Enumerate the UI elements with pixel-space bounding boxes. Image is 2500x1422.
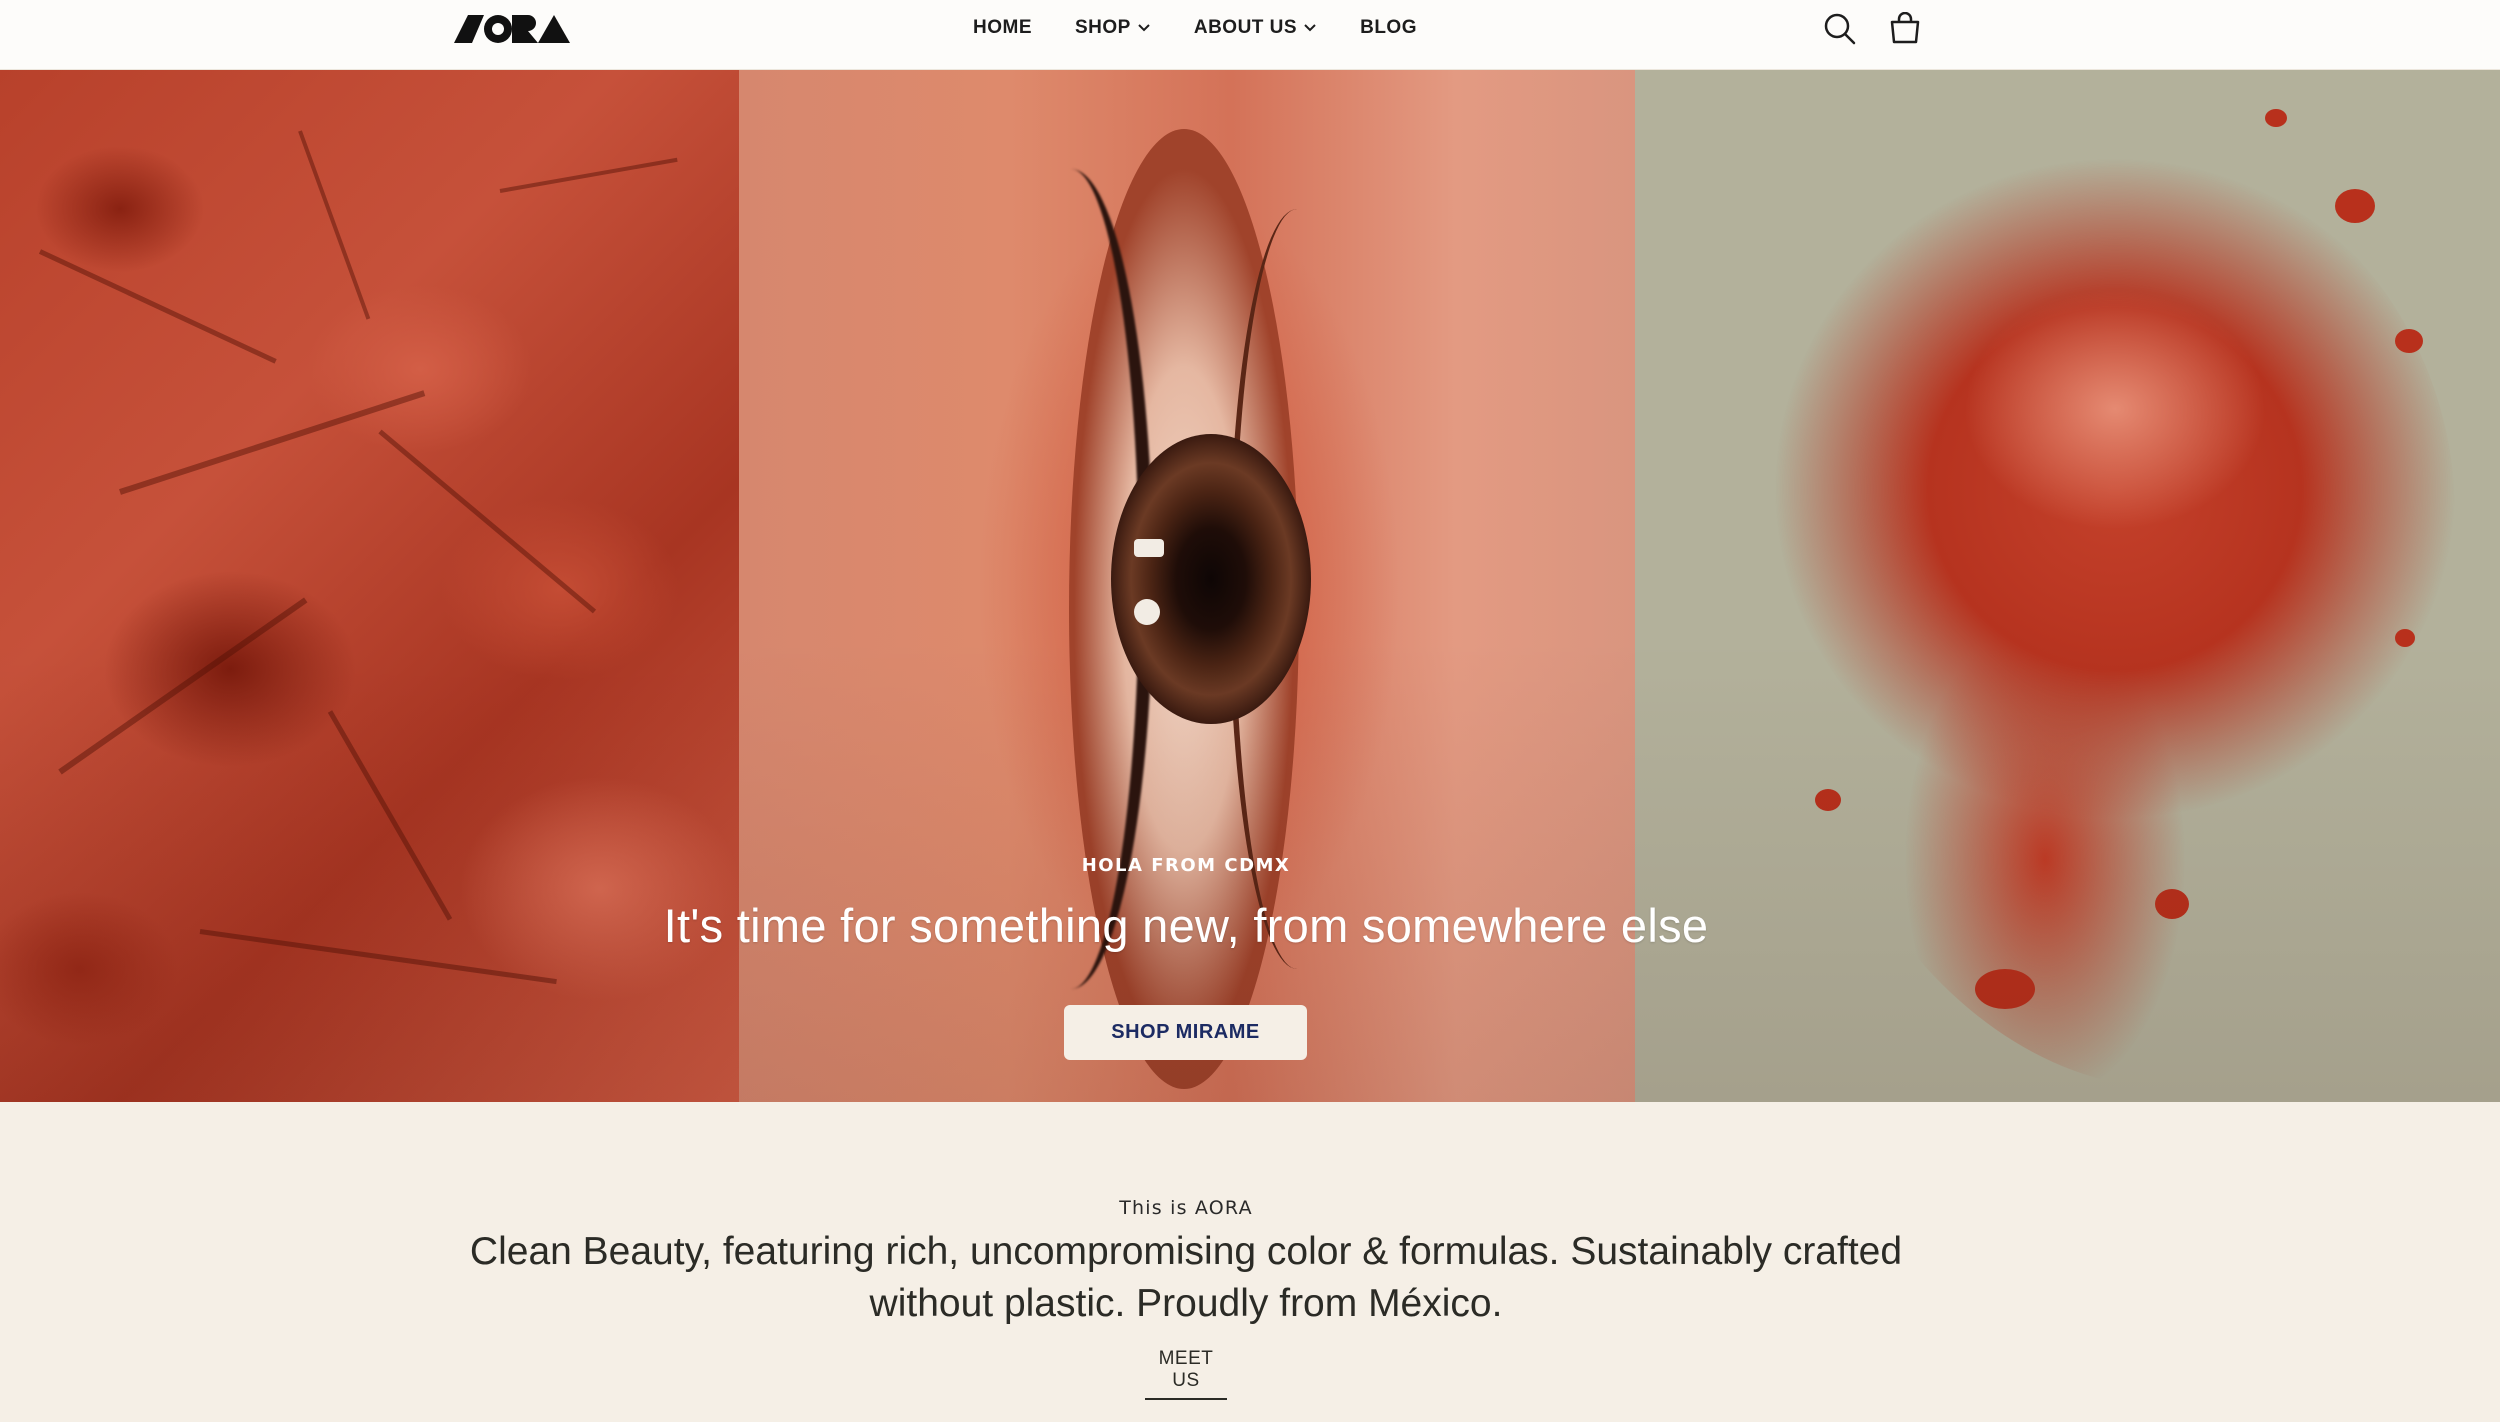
intro-eyebrow: This is AORA: [1119, 1197, 1253, 1219]
nav-home[interactable]: HOME: [973, 17, 1032, 39]
intro-text: Clean Beauty, featuring rich, uncompromi…: [469, 1230, 1903, 1325]
nav-about-us-label: ABOUT US: [1193, 17, 1298, 38]
nav-about-us[interactable]: ABOUT US: [1194, 17, 1317, 39]
hero-title: It's time for something new, from somewh…: [663, 899, 1709, 952]
chevron-down-icon: [1304, 24, 1316, 32]
hero-banner: HOLA FROM CDMX It's time for something n…: [0, 69, 2500, 1102]
nav-blog-label: BLOG: [1360, 17, 1417, 38]
search-icon[interactable]: [1823, 12, 1857, 46]
intro-section: This is AORA Clean Beauty, featuring ric…: [0, 1102, 2500, 1422]
shop-mirame-button[interactable]: SHOP MIRAME: [1064, 1005, 1307, 1060]
aora-logo[interactable]: [454, 13, 570, 45]
nav-shop[interactable]: SHOP: [1075, 17, 1151, 39]
meet-us-link[interactable]: MEET US: [1145, 1348, 1227, 1400]
main-nav: HOME SHOP ABOUT US BLOG: [973, 0, 1460, 56]
chevron-down-icon: [1138, 24, 1150, 32]
nav-home-label: HOME: [973, 17, 1032, 38]
hero-eyebrow: HOLA FROM CDMX: [1081, 855, 1291, 876]
nav-shop-label: SHOP: [1075, 17, 1131, 38]
shopping-bag-icon[interactable]: [1888, 12, 1922, 46]
nav-blog[interactable]: BLOG: [1360, 17, 1417, 39]
site-header: HOME SHOP ABOUT US BLOG: [0, 0, 2500, 70]
